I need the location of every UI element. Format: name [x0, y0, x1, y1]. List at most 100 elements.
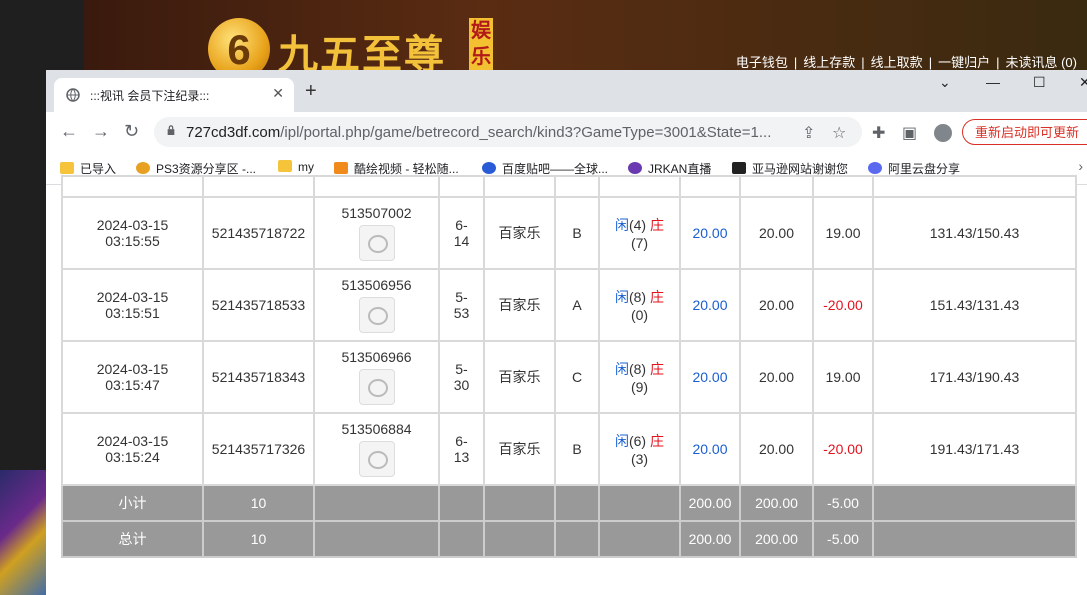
summary-win-loss: -5.00 — [812, 484, 874, 522]
summary-win-loss: -5.00 — [812, 520, 874, 558]
tab-title: :::视讯 会员下注纪录::: — [90, 89, 210, 103]
new-tab-icon[interactable]: + — [305, 80, 317, 103]
tab-strip: :::视讯 会员下注纪录::: ✕ + ⌄ — ☐ ✕ — [46, 70, 1087, 112]
table-code: B — [554, 412, 600, 486]
maximize-icon[interactable]: ☐ — [1033, 74, 1046, 91]
balance: 191.43/171.43 — [872, 412, 1077, 486]
browser-tab[interactable]: :::视讯 会员下注纪录::: ✕ — [54, 78, 294, 112]
tab-close-icon[interactable]: ✕ — [272, 85, 284, 102]
win-loss: -20.00 — [812, 268, 874, 342]
shoe-round: 6- 13 — [438, 412, 485, 486]
site-favicon-icon — [334, 162, 348, 174]
site-header: 6 九五至尊 娱乐 电子钱包 | 线上存款 | 线上取款 | 一键归户 | 未读讯息 (0) — [84, 0, 1087, 80]
minimize-icon[interactable]: — — [986, 74, 1000, 90]
nav-withdraw[interactable]: 线上取款 — [871, 55, 923, 70]
relaunch-update-button[interactable]: 重新启动即可更新 — [962, 119, 1087, 145]
nav-unread-messages[interactable]: 未读讯息 (0) — [1005, 55, 1077, 70]
bet-id: 521435718343 — [202, 340, 315, 414]
bet-amount: 20.00 — [679, 268, 741, 342]
game-name: 百家乐 — [483, 412, 556, 486]
shoe-round: 5- 53 — [438, 268, 485, 342]
extensions-icon[interactable]: ✚ — [872, 123, 885, 143]
tab-search-icon[interactable]: ⌄ — [939, 74, 951, 91]
valid-amount: 20.00 — [739, 412, 814, 486]
bet-id: 521435717326 — [202, 412, 315, 486]
win-loss: -20.00 — [812, 412, 874, 486]
share-icon[interactable]: ⇪ — [802, 123, 815, 143]
table-row-partial — [61, 175, 1077, 198]
nav-wallet[interactable]: 电子钱包 — [736, 55, 788, 70]
summary-bet: 200.00 — [679, 484, 741, 522]
profile-avatar[interactable] — [934, 124, 952, 142]
bet-amount: 20.00 — [679, 412, 741, 486]
summary-count: 10 — [202, 484, 315, 522]
summary-count: 10 — [202, 520, 315, 558]
round-id: 513506966 — [341, 349, 412, 365]
forward-icon[interactable]: → — [92, 121, 110, 142]
bet-datetime: 2024-03-15 03:15:47 — [61, 340, 204, 414]
video-replay-icon[interactable] — [358, 369, 395, 405]
summary-label: 小计 — [61, 484, 204, 522]
game-name: 百家乐 — [483, 340, 556, 414]
table-row: 2024-03-15 03:15:47 521435718343 513506966 5… — [61, 340, 1077, 414]
globe-icon — [66, 88, 80, 102]
video-replay-icon[interactable] — [358, 297, 395, 333]
table-code: A — [554, 268, 600, 342]
result-cell: 闲(6) 庄 (3) — [598, 412, 681, 486]
shoe-round: 6- 14 — [438, 196, 485, 270]
bookmarks-more-icon[interactable]: › — [1078, 158, 1083, 174]
round-cell: 513506956 — [313, 268, 440, 342]
shoe-round: 5- 30 — [438, 340, 485, 414]
site-favicon-icon — [628, 162, 642, 174]
address-bar[interactable]: 727cd3df.com/ipl/portal.php/game/betreco… — [154, 117, 862, 147]
video-replay-icon[interactable] — [358, 441, 395, 477]
reload-icon[interactable]: ↻ — [124, 121, 139, 142]
lock-icon — [167, 125, 175, 135]
nav-deposit[interactable]: 线上存款 — [803, 55, 855, 70]
round-cell: 513506884 — [313, 412, 440, 486]
summary-bet: 200.00 — [679, 520, 741, 558]
bet-datetime: 2024-03-15 03:15:51 — [61, 268, 204, 342]
valid-amount: 20.00 — [739, 268, 814, 342]
subtotal-row: 小计 10 200.00 200.00 -5.00 — [61, 484, 1077, 522]
close-window-icon[interactable]: ✕ — [1079, 74, 1087, 91]
table-code: C — [554, 340, 600, 414]
result-cell: 闲(8) 庄 (0) — [598, 268, 681, 342]
site-logo-badge: 娱乐 — [469, 18, 493, 72]
folder-icon — [278, 160, 292, 172]
bet-datetime: 2024-03-15 03:15:55 — [61, 196, 204, 270]
round-id: 513506956 — [341, 277, 412, 293]
bookmark-folder-my[interactable]: my — [278, 160, 314, 174]
table-code: B — [554, 196, 600, 270]
bet-id: 521435718533 — [202, 268, 315, 342]
nav-consolidate[interactable]: 一键归户 — [938, 55, 990, 70]
game-name: 百家乐 — [483, 268, 556, 342]
promo-art — [0, 470, 50, 595]
amazon-icon — [732, 162, 746, 174]
summary-label: 总计 — [61, 520, 204, 558]
result-cell: 闲(8) 庄 (9) — [598, 340, 681, 414]
result-cell: 闲(4) 庄 (7) — [598, 196, 681, 270]
valid-amount: 20.00 — [739, 340, 814, 414]
balance: 171.43/190.43 — [872, 340, 1077, 414]
game-name: 百家乐 — [483, 196, 556, 270]
browser-window: :::视讯 会员下注纪录::: ✕ + ⌄ — ☐ ✕ ← → ↻ 727cd3… — [46, 70, 1087, 595]
site-favicon-icon — [136, 162, 150, 174]
side-panel-icon[interactable]: ▣ — [902, 123, 917, 143]
back-icon[interactable]: ← — [60, 121, 78, 142]
cloud-icon — [868, 162, 882, 174]
valid-amount: 20.00 — [739, 196, 814, 270]
bet-amount: 20.00 — [679, 340, 741, 414]
video-replay-icon[interactable] — [358, 225, 395, 261]
url-text: 727cd3df.com/ipl/portal.php/game/betreco… — [186, 124, 772, 141]
folder-icon — [60, 162, 74, 174]
bet-record-table: 2024-03-15 03:15:55 521435718722 513507002 6… — [61, 175, 1077, 558]
table-row: 2024-03-15 03:15:24 521435717326 513506884 6… — [61, 412, 1077, 486]
round-id: 513507002 — [341, 205, 412, 221]
bookmark-star-icon[interactable]: ☆ — [832, 123, 846, 143]
win-loss: 19.00 — [812, 340, 874, 414]
balance: 151.43/131.43 — [872, 268, 1077, 342]
table-row: 2024-03-15 03:15:51 521435718533 513506956 5… — [61, 268, 1077, 342]
round-cell: 513506966 — [313, 340, 440, 414]
summary-valid: 200.00 — [739, 520, 814, 558]
